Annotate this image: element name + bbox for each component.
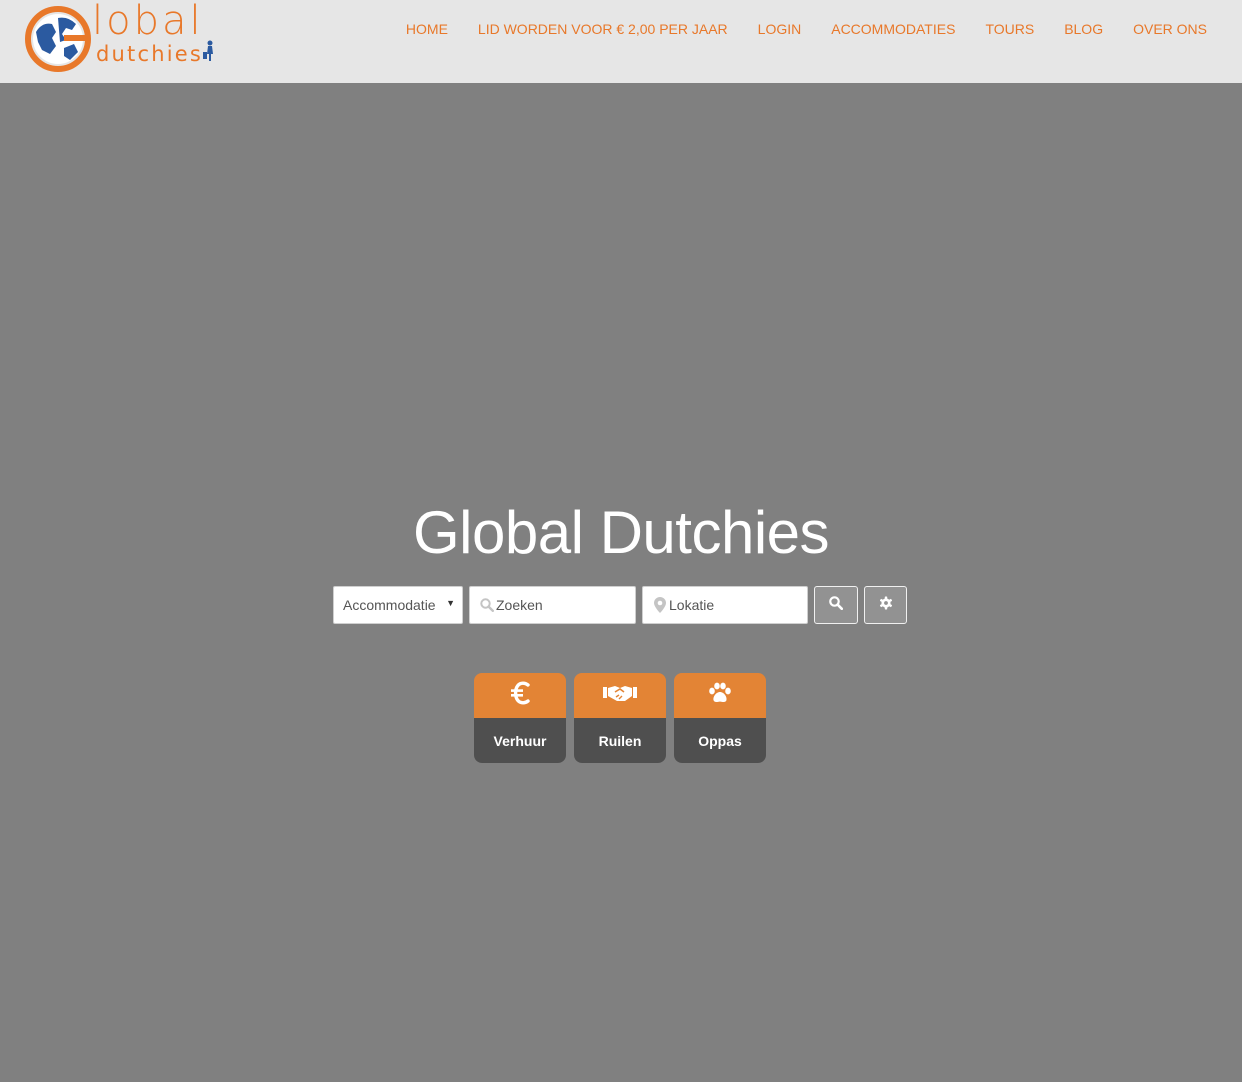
gear-icon (879, 596, 893, 615)
category-verhuur[interactable]: Verhuur (474, 673, 566, 763)
globe-logo-icon (25, 6, 91, 72)
header: lobal dutchies HOME LID WORDEN VOOR € 2,… (0, 0, 1242, 83)
category-label: Verhuur (474, 718, 566, 763)
handshake-icon (603, 683, 637, 708)
nav-login[interactable]: LOGIN (743, 21, 817, 37)
type-select[interactable]: Accommodatie ▼ (333, 586, 463, 624)
site-logo[interactable]: lobal dutchies (22, 0, 222, 74)
settings-button[interactable] (864, 586, 907, 624)
type-select-value: Accommodatie (343, 597, 436, 613)
location-placeholder: Lokatie (669, 597, 715, 613)
logo-text-global: lobal (92, 0, 204, 44)
nav-tours[interactable]: TOURS (970, 21, 1049, 37)
map-pin-icon (652, 597, 668, 613)
hero-title: Global Dutchies (412, 499, 830, 566)
magnifier-icon (479, 598, 495, 612)
search-input[interactable]: Zoeken (469, 586, 636, 624)
dropdown-arrow-icon: ▼ (446, 598, 455, 608)
nav-home[interactable]: HOME (391, 21, 463, 37)
nav-over-ons[interactable]: OVER ONS (1118, 21, 1222, 37)
traveler-icon (203, 40, 213, 61)
category-oppas[interactable]: Oppas (674, 673, 766, 763)
paw-icon (707, 682, 733, 709)
euro-icon (509, 681, 531, 710)
nav-accommodaties[interactable]: ACCOMMODATIES (816, 21, 970, 37)
main-nav: HOME LID WORDEN VOOR € 2,00 PER JAAR LOG… (391, 0, 1222, 58)
category-label: Oppas (674, 718, 766, 763)
category-label: Ruilen (574, 718, 666, 763)
search-button[interactable] (814, 586, 858, 624)
category-ruilen[interactable]: Ruilen (574, 673, 666, 763)
nav-membership[interactable]: LID WORDEN VOOR € 2,00 PER JAAR (463, 21, 743, 37)
logo-text-dutchies: dutchies (96, 42, 204, 66)
location-input[interactable]: Lokatie (642, 586, 808, 624)
search-placeholder: Zoeken (496, 597, 543, 613)
nav-blog[interactable]: BLOG (1049, 21, 1118, 37)
search-icon (829, 595, 844, 615)
